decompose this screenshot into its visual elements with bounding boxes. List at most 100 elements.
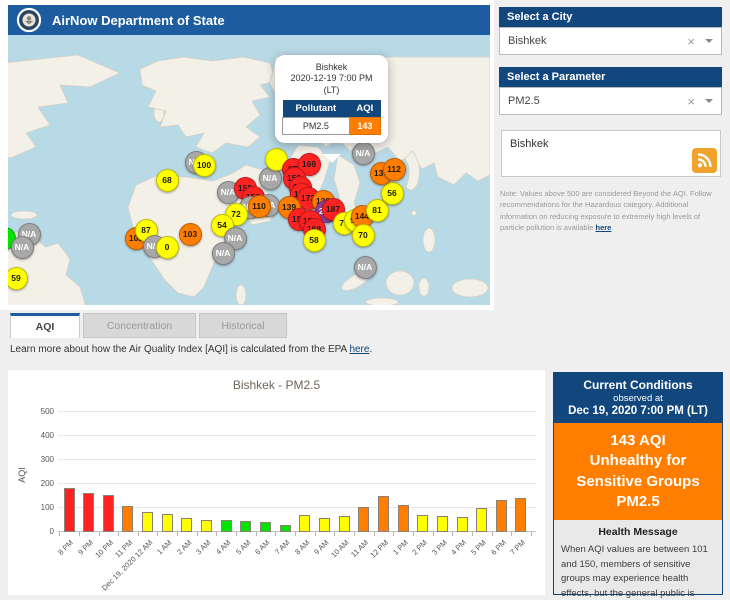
aqi-bar[interactable] — [358, 507, 369, 532]
x-axis-tick — [236, 532, 237, 536]
aqi-bar[interactable] — [515, 498, 526, 532]
aqi-marker[interactable]: N/A — [11, 236, 34, 259]
aqi-bar[interactable] — [378, 496, 389, 532]
aqi-bar[interactable] — [496, 500, 507, 532]
x-axis-tick-label: 11 AM — [349, 538, 370, 559]
y-axis-tick-label: 100 — [22, 503, 54, 512]
rss-feed-button[interactable] — [692, 148, 717, 173]
x-axis-tick-label: 2 AM — [175, 538, 193, 556]
popup-aqi-table: Pollutant AQI PM2.5 143 — [282, 100, 381, 135]
x-axis-tick — [393, 532, 394, 536]
aqi-marker[interactable]: 59 — [8, 267, 28, 290]
current-conditions-title: Current Conditions — [556, 378, 720, 392]
aqi-bar[interactable] — [162, 514, 173, 532]
aqi-bar[interactable] — [260, 522, 271, 532]
x-axis-tick-label: 12 PM — [368, 538, 390, 560]
chart-title: Bishkek - PM2.5 — [8, 378, 545, 392]
y-axis-tick-label: 400 — [22, 431, 54, 440]
aqi-bar[interactable] — [221, 520, 232, 532]
x-axis-tick — [216, 532, 217, 536]
x-axis-tick-label: 10 PM — [93, 538, 115, 560]
clear-city-icon[interactable]: × — [687, 34, 695, 49]
page-title: AirNow Department of State — [52, 13, 225, 28]
learn-more-text: Learn more about how the Air Quality Ind… — [10, 344, 372, 355]
aqi-bar[interactable] — [280, 525, 291, 532]
chevron-down-icon[interactable] — [705, 99, 713, 107]
city-select[interactable]: Bishkek × — [499, 27, 722, 55]
health-message-title: Health Message — [561, 526, 715, 538]
map-landmass — [8, 35, 490, 305]
popup-datetime: 2020-12-19 7:00 PM — [282, 73, 381, 84]
aqi-bar[interactable] — [142, 512, 153, 532]
aqi-bar[interactable] — [299, 515, 310, 532]
observed-at-label: observed at — [556, 393, 720, 404]
aqi-bar[interactable] — [319, 518, 330, 532]
aqi-marker[interactable]: 58 — [303, 229, 326, 252]
aqi-bar[interactable] — [398, 505, 409, 532]
x-axis-tick — [472, 532, 473, 536]
tab-historical[interactable]: Historical — [199, 313, 287, 338]
aqi-marker[interactable]: 70 — [352, 224, 375, 247]
note-here-link[interactable]: here — [595, 223, 611, 232]
tab-concentration[interactable]: Concentration — [83, 313, 196, 338]
x-axis-tick-label: 3 PM — [430, 538, 449, 557]
epa-here-link[interactable]: here — [349, 344, 369, 355]
aqi-marker[interactable]: 110 — [248, 195, 271, 218]
current-conditions-header: Current Conditions observed at Dec 19, 2… — [554, 373, 722, 423]
aqi-marker[interactable]: N/A — [354, 256, 377, 279]
aqi-bar[interactable] — [64, 488, 75, 532]
aqi-marker[interactable]: 68 — [156, 169, 179, 192]
department-of-state-seal-icon — [16, 7, 42, 33]
aqi-bar[interactable] — [103, 495, 114, 532]
note-suffix: . — [611, 223, 613, 232]
aqi-bar[interactable] — [457, 517, 468, 532]
aqi-pollutant-line: PM2.5 — [554, 492, 722, 512]
aqi-bar[interactable] — [181, 518, 192, 532]
aqi-marker[interactable]: 56 — [381, 182, 404, 205]
aqi-marker[interactable]: N/A — [212, 242, 235, 265]
parameter-select[interactable]: PM2.5 × — [499, 87, 722, 115]
map-popup: Bishkek 2020-12-19 7:00 PM (LT) Pollutan… — [275, 55, 388, 143]
chart-plot-area: 01002003004005008 PM9 PM10 PM11 PMDec 19… — [58, 411, 536, 532]
aqi-value-line: 143 AQI — [554, 431, 722, 451]
aqi-bar[interactable] — [83, 493, 94, 532]
current-conditions-panel: Current Conditions observed at Dec 19, 2… — [553, 372, 723, 595]
chevron-down-icon[interactable] — [705, 39, 713, 47]
x-axis-tick-label: 6 AM — [253, 538, 271, 556]
world-aqi-map[interactable]: N/AN/A59N/A1006810387N/A0103N/A158156N/A… — [8, 35, 490, 305]
x-axis-tick — [334, 532, 335, 536]
select-city-header: Select a City — [499, 7, 722, 27]
x-axis-tick-label: 7 PM — [509, 538, 528, 557]
aqi-marker[interactable]: 112 — [383, 158, 406, 181]
aqi-category-line: Unhealthy for Sensitive Groups — [554, 451, 722, 492]
aqi-bar[interactable] — [437, 516, 448, 532]
aqi-bar[interactable] — [201, 520, 212, 532]
x-axis-tick-label: 1 AM — [155, 538, 173, 556]
x-axis-tick-label: 4 AM — [214, 538, 232, 556]
popup-pollutant-header: Pollutant — [283, 100, 350, 118]
aqi-bar[interactable] — [476, 508, 487, 532]
x-axis-tick-label: 4 PM — [450, 538, 469, 557]
x-axis-tick — [374, 532, 375, 536]
aqi-marker[interactable]: 103 — [179, 223, 202, 246]
aqi-bar[interactable] — [240, 521, 251, 532]
x-axis-tick-label: 6 PM — [489, 538, 508, 557]
popup-pointer — [323, 154, 341, 172]
tab-aqi[interactable]: AQI — [10, 313, 80, 338]
aqi-marker[interactable]: 100 — [193, 154, 216, 177]
learn-more-suffix: . — [369, 344, 372, 355]
popup-timezone: (LT) — [282, 85, 381, 96]
aqi-bar[interactable] — [339, 516, 350, 532]
aqi-bar[interactable] — [417, 515, 428, 532]
aqi-marker[interactable]: 0 — [156, 236, 179, 259]
popup-pollutant-value: PM2.5 — [283, 117, 350, 134]
aqi-marker[interactable]: N/A — [352, 142, 375, 165]
clear-parameter-icon[interactable]: × — [687, 94, 695, 109]
feed-city-label: Bishkek — [510, 138, 720, 150]
x-axis-tick — [511, 532, 512, 536]
x-axis-tick — [295, 532, 296, 536]
x-axis-tick-label: 8 AM — [293, 538, 311, 556]
x-axis-tick — [433, 532, 434, 536]
aqi-bar[interactable] — [122, 506, 133, 532]
x-axis-tick-label: 10 AM — [329, 538, 350, 559]
